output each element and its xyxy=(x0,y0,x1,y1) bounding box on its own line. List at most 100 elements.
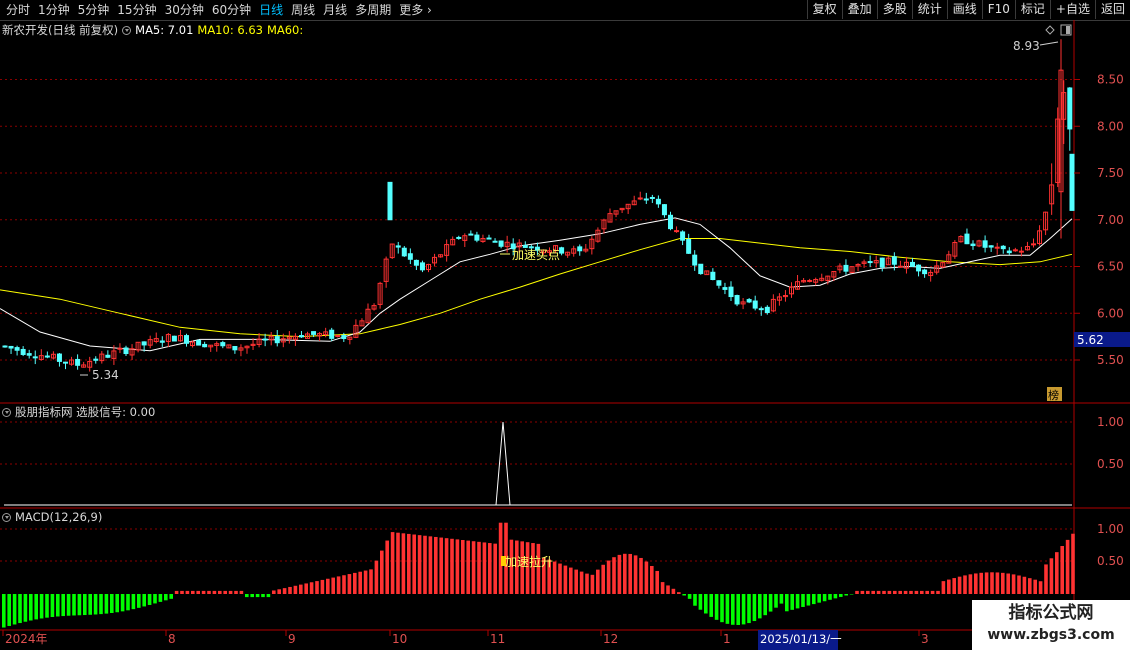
macd-bar-up xyxy=(1006,573,1010,594)
macd-bar-up xyxy=(196,590,200,594)
macd-bar-down xyxy=(747,594,751,624)
macd-bar-down xyxy=(266,594,271,598)
macd-bar-down xyxy=(736,594,740,625)
cursor-date-label: 2025/01/13/一 xyxy=(760,632,842,646)
macd-bar-up xyxy=(914,590,919,594)
candle-down xyxy=(456,236,462,239)
candle-down xyxy=(93,358,99,361)
macd-bar-up xyxy=(353,572,357,594)
candle-down xyxy=(123,347,129,355)
x-tick-label: 3 xyxy=(921,632,929,646)
candle-down xyxy=(879,257,885,268)
candle-down xyxy=(262,338,268,341)
macd-bar-up xyxy=(304,583,308,594)
candle-down xyxy=(196,340,202,346)
x-tick-label: 12 xyxy=(603,632,618,646)
macd-bar-down xyxy=(725,594,730,624)
candle-down xyxy=(20,348,26,355)
macd-bar-up xyxy=(228,590,233,594)
y-tick-label: 0.50 xyxy=(1097,457,1124,471)
macd-bar-up xyxy=(347,574,352,594)
macd-bar-up xyxy=(455,539,460,594)
macd-bar-up xyxy=(909,590,913,594)
macd-bar-down xyxy=(88,594,92,615)
candle-down xyxy=(159,340,165,343)
candle-down xyxy=(8,345,14,349)
macd-bar-up xyxy=(893,590,897,594)
macd-bar-up xyxy=(385,540,389,594)
macd-bar-up xyxy=(569,567,573,594)
macd-bar-down xyxy=(801,594,805,607)
candle-down xyxy=(171,335,177,342)
x-tick-label: 1 xyxy=(723,632,731,646)
macd-bar-down xyxy=(261,594,265,598)
axis-ticks: 8.50 8.00 7.50 7.00 6.50 6.00 5.50 1.00 0.50 1.00… xyxy=(2,73,1124,646)
macd-bar-up xyxy=(957,576,962,594)
dropdown-circle-icon[interactable] xyxy=(2,512,11,522)
candle-down xyxy=(14,347,20,351)
macd-bar-down xyxy=(83,594,87,616)
macd-bar-up xyxy=(903,590,908,594)
candle-down xyxy=(232,346,238,351)
dropdown-circle-icon[interactable] xyxy=(2,407,11,417)
macd-bar-up xyxy=(860,590,865,594)
diamond-icon[interactable] xyxy=(1045,25,1055,35)
macd-bar-down xyxy=(839,594,843,597)
candle-down xyxy=(468,233,474,236)
macd-bar-up xyxy=(326,578,330,594)
candle-down xyxy=(686,239,692,254)
dropdown-circle-icon[interactable] xyxy=(122,25,132,35)
macd-bar-up xyxy=(979,572,983,594)
macd-bar-up xyxy=(655,570,659,594)
macd-bar-down xyxy=(774,594,778,608)
macd-bar-up xyxy=(623,553,627,594)
macd-bar-down xyxy=(752,594,757,622)
y-tick-label: 6.00 xyxy=(1097,306,1124,320)
macd-bar-down xyxy=(763,594,767,616)
candle-down xyxy=(1069,153,1075,211)
candle-down xyxy=(692,254,698,266)
macd-bar-up xyxy=(450,538,454,594)
candle-up xyxy=(637,197,643,200)
macd-bar-up xyxy=(596,569,600,594)
macd-bar-up xyxy=(601,564,605,594)
candle-down xyxy=(2,345,8,348)
high-price-arrow xyxy=(1039,41,1059,46)
signal-spike xyxy=(495,421,511,506)
candle-down xyxy=(970,243,976,247)
macd-bar-down xyxy=(714,594,719,620)
candle-down xyxy=(982,240,988,248)
macd-bar-up xyxy=(1011,574,1016,594)
macd-bar-up xyxy=(482,542,487,594)
macd-bar-up xyxy=(434,536,438,594)
macd-bar-up xyxy=(320,579,325,594)
macd-bar-up xyxy=(1044,564,1048,594)
macd-bar-down xyxy=(817,594,821,603)
candle-down xyxy=(710,271,716,280)
macd-bar-up xyxy=(1065,539,1070,594)
stock-title: 新农开发(日线 前复权) xyxy=(2,23,119,37)
macd-bar-up xyxy=(1033,579,1037,594)
macd-bar-up xyxy=(617,554,622,594)
candle-down xyxy=(44,355,50,358)
macd-bar-up xyxy=(293,585,298,594)
ma5-label: MA5: 7.01 xyxy=(135,23,194,37)
macd-bar-down xyxy=(731,594,735,625)
macd-bar-up xyxy=(396,532,400,594)
macd-bar-up xyxy=(207,590,211,594)
site-watermark: 指标公式网 www.zbgs3.com xyxy=(972,600,1130,650)
macd-bar-up xyxy=(493,543,497,594)
macd-bar-down xyxy=(790,594,794,610)
macd-bar-up xyxy=(644,561,649,594)
macd-bar-up xyxy=(974,573,978,594)
candle-down xyxy=(867,261,873,264)
macd-bar-down xyxy=(822,594,827,602)
macd-bar-up xyxy=(358,571,362,594)
surge-signal-label: 加速拉升 xyxy=(505,554,553,569)
macd-bar-down xyxy=(147,594,152,605)
macd-bar-down xyxy=(698,594,703,610)
kline-chart[interactable]: 8.50 8.00 7.50 7.00 6.50 6.00 5.50 1.00 0.50 1.00… xyxy=(0,0,1130,650)
macd-bar-up xyxy=(866,590,870,594)
macd-bar-down xyxy=(255,594,260,598)
macd-bar-down xyxy=(693,594,697,606)
